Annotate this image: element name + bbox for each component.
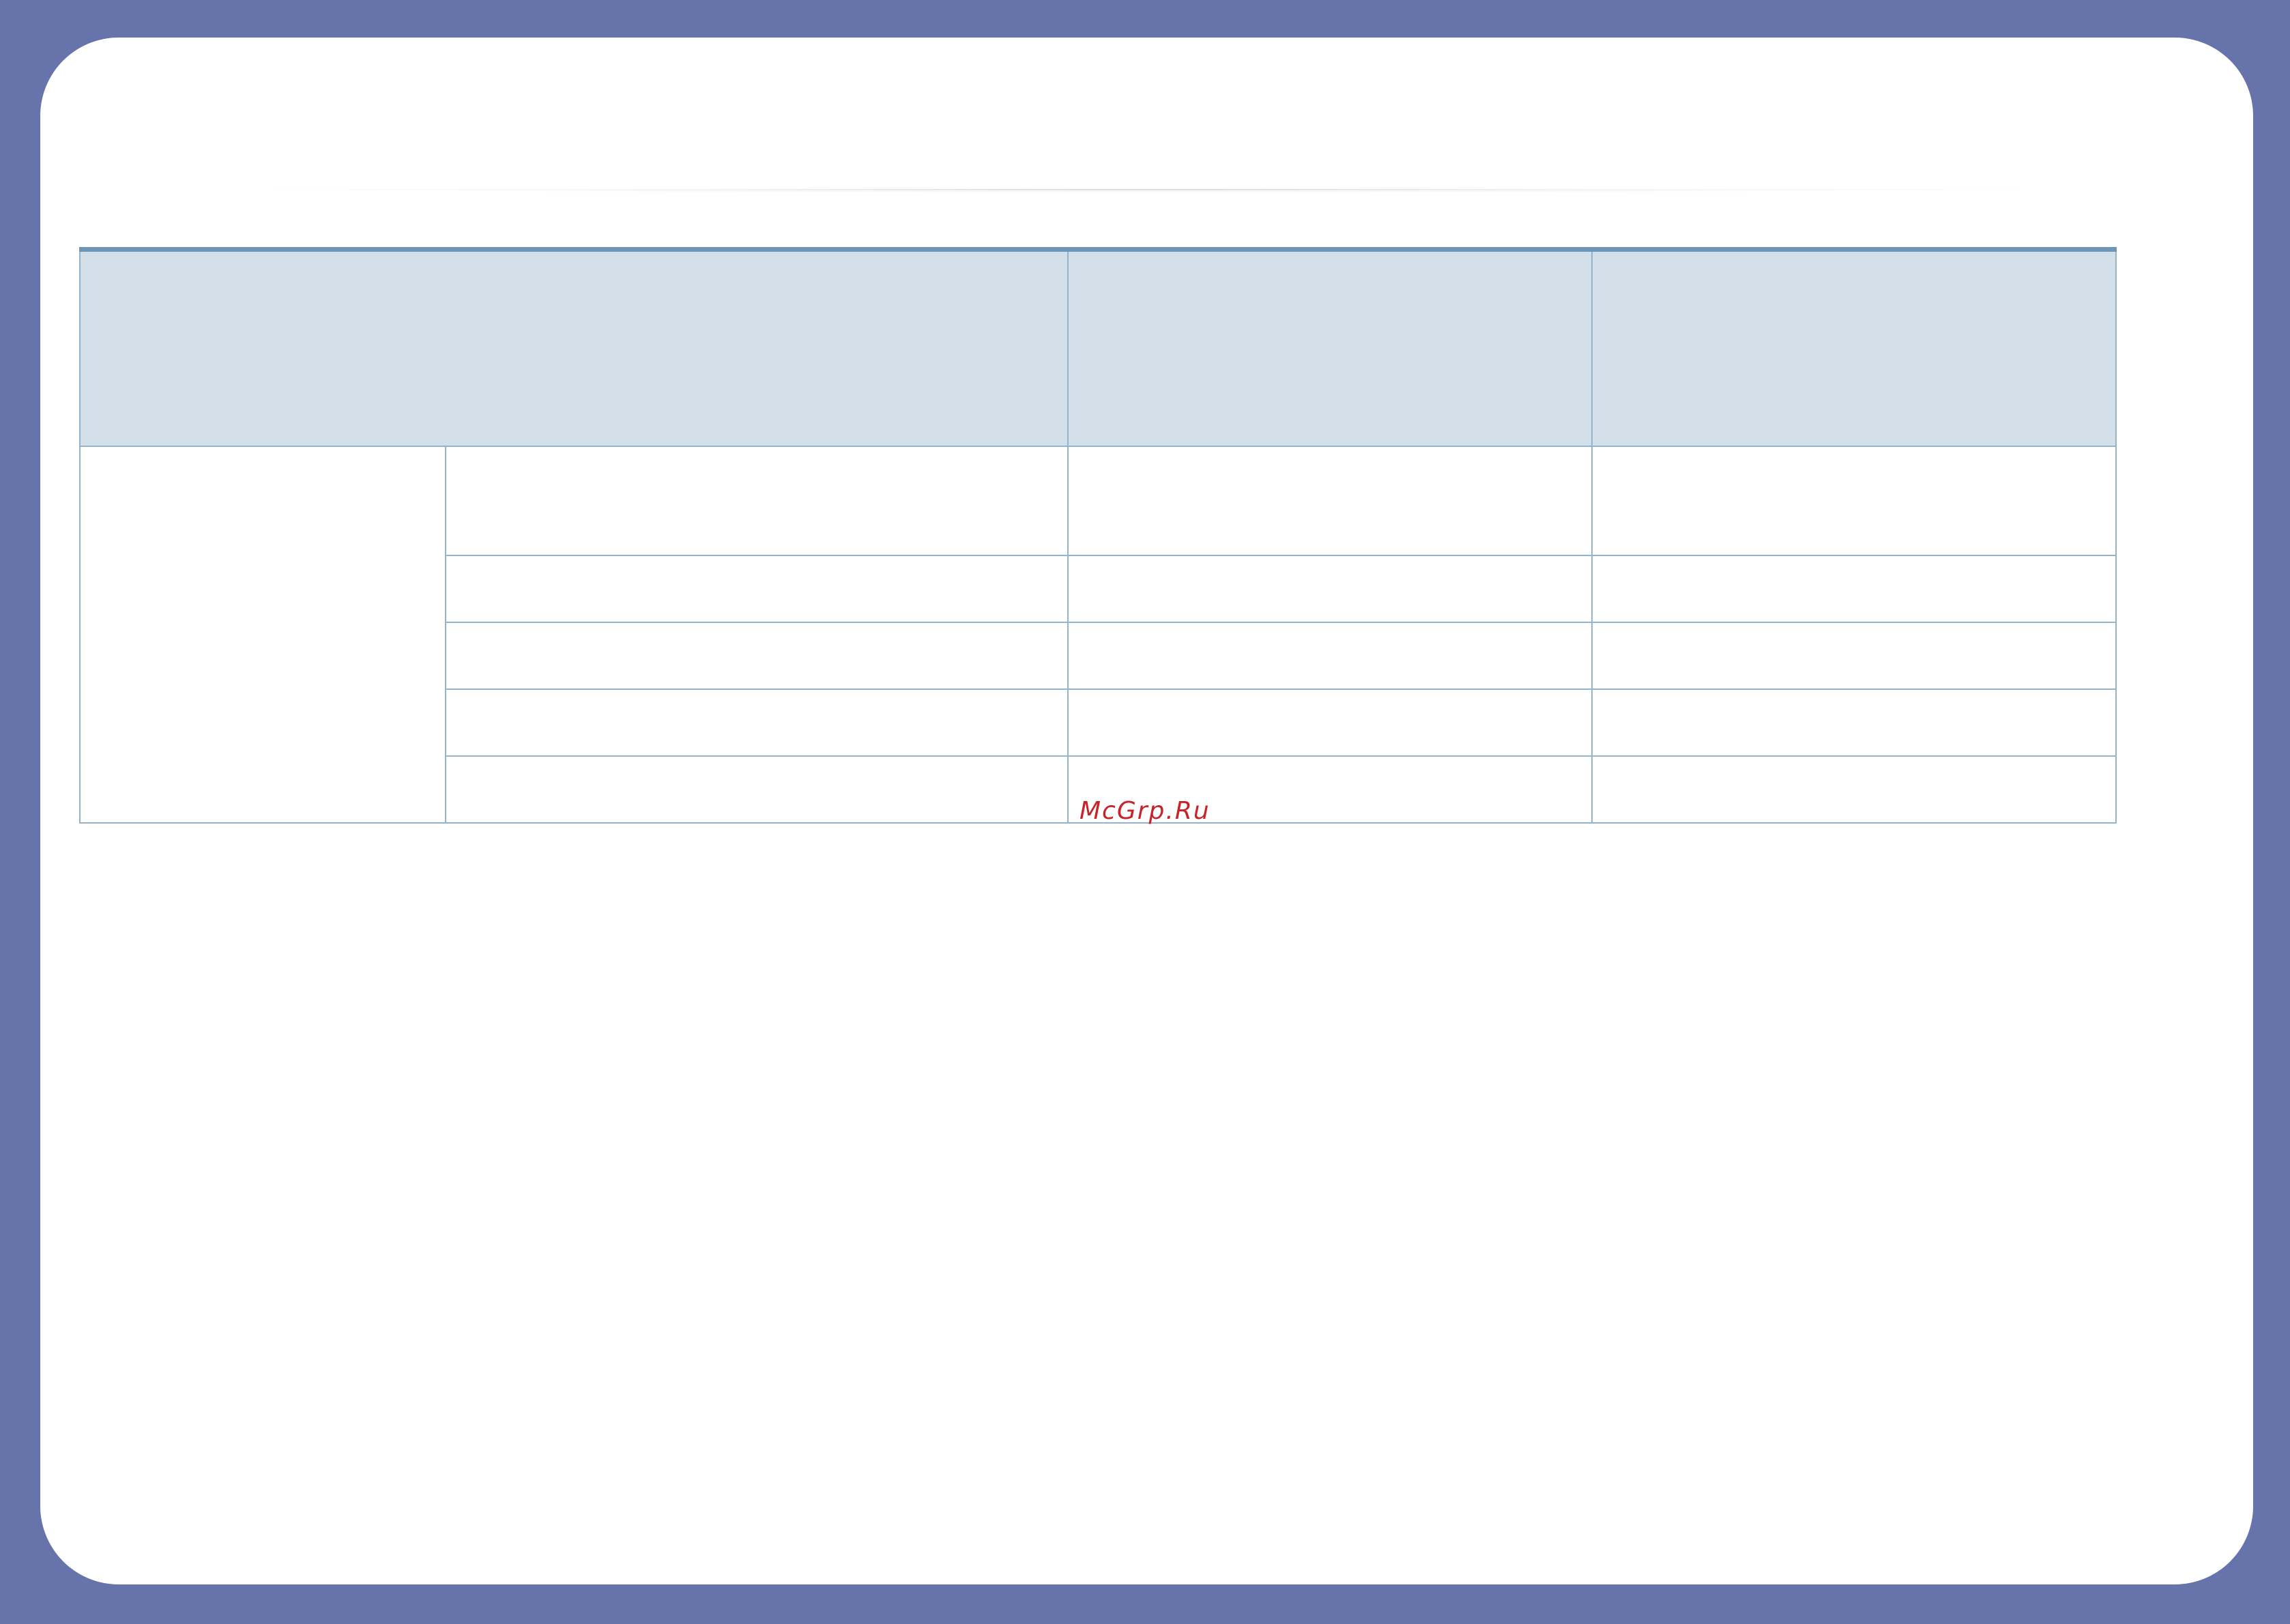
table-row <box>79 446 2117 824</box>
spec-table <box>79 247 2117 824</box>
table-group-cell <box>79 446 446 824</box>
table-cell <box>445 555 1069 623</box>
table-cell <box>1591 555 2117 623</box>
table-cell <box>445 446 1069 556</box>
table-header-cell <box>79 248 1069 447</box>
table-cell <box>1067 446 1593 556</box>
table-cell <box>1067 622 1593 690</box>
table-cell <box>445 622 1069 690</box>
table-cell <box>1591 688 2117 757</box>
watermark-text: McGrp.Ru <box>1079 797 1211 825</box>
table-header-cell <box>1591 248 2117 447</box>
table-cell <box>445 755 1069 824</box>
table-cell <box>1067 555 1593 623</box>
table-cell <box>445 688 1069 757</box>
table-cell <box>1591 446 2117 556</box>
table-cell <box>1591 622 2117 690</box>
table-header-cell <box>1067 248 1593 447</box>
table-cell <box>1591 755 2117 824</box>
header-divider-mask <box>40 133 2253 189</box>
table-cell <box>1067 688 1593 757</box>
table-header-row <box>79 248 2117 447</box>
